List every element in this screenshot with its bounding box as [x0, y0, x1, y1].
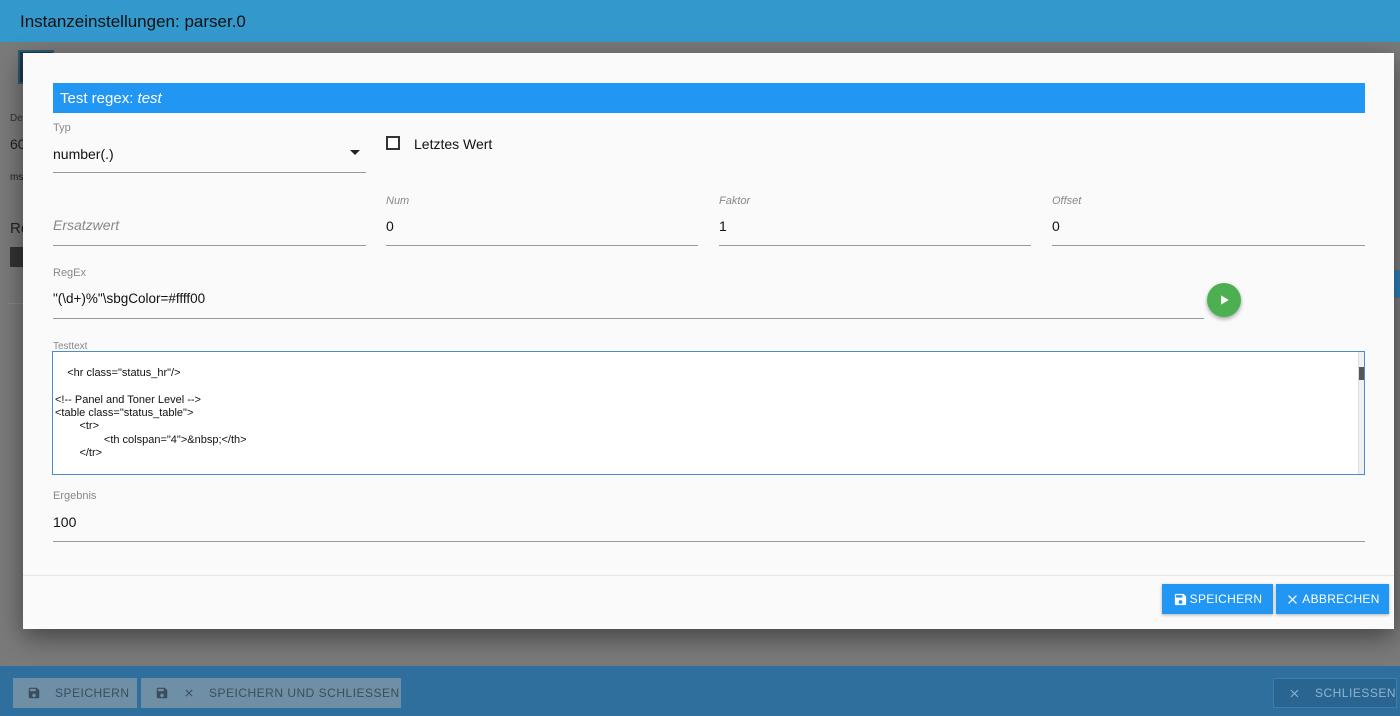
footer-save-close-label: SPEICHERN UND SCHLIESSEN	[209, 686, 400, 700]
faktor-underline	[719, 245, 1031, 246]
letztes-wert-checkbox[interactable]	[386, 136, 400, 150]
footer-save-label: SPEICHERN	[55, 686, 130, 700]
footer-close-button[interactable]: SCHLIESSEN	[1273, 678, 1397, 708]
num-input[interactable]: 0	[386, 218, 394, 234]
save-icon	[1174, 593, 1186, 605]
offset-input[interactable]: 0	[1052, 218, 1060, 234]
window-title: Instanzeinstellungen: parser.0	[0, 0, 1400, 42]
save-button[interactable]: SPEICHERN	[1162, 584, 1273, 614]
typ-select[interactable]: number(.)	[53, 146, 114, 162]
testtext-content: <hr class="status_hr"/> <!-- Panel and T…	[55, 367, 247, 460]
regex-label: RegEx	[53, 267, 87, 279]
regex-input[interactable]: "(\d+)%"\sbgColor=#ffff00	[53, 291, 205, 306]
num-label: Num	[386, 195, 410, 207]
testtext-textarea[interactable]: <hr class="status_hr"/> <!-- Panel and T…	[52, 351, 1365, 475]
scrollbar-thumb[interactable]	[1359, 367, 1364, 380]
cancel-button[interactable]: ABBRECHEN	[1276, 584, 1389, 614]
regex-underline	[53, 318, 1204, 319]
background-bar	[10, 247, 24, 267]
footer-save-close-button[interactable]: SPEICHERN UND SCHLIESSEN	[141, 678, 401, 708]
chevron-down-icon[interactable]	[350, 150, 360, 155]
save-button-label: SPEICHERN	[1189, 592, 1263, 606]
footer-save-button[interactable]: SPEICHERN	[13, 678, 137, 708]
close-icon	[1290, 689, 1299, 697]
offset-label: Offset	[1052, 195, 1082, 207]
faktor-input[interactable]: 1	[719, 218, 727, 234]
close-icon	[185, 689, 193, 697]
ersatzwert-underline	[53, 245, 366, 246]
test-regex-button[interactable]	[1207, 283, 1241, 317]
footer-close-label: SCHLIESSEN	[1314, 686, 1396, 700]
typ-underline	[53, 172, 366, 173]
ergebnis-underline	[53, 541, 1365, 542]
dialog-title-prefix: Test regex:	[60, 90, 138, 107]
offset-underline	[1052, 245, 1365, 246]
dialog-title-name: test	[137, 90, 162, 107]
cancel-button-label: ABBRECHEN	[1302, 592, 1380, 606]
play-icon	[1221, 295, 1229, 305]
letztes-wert-label: Letztes Wert	[414, 136, 493, 152]
dialog-divider	[23, 575, 1394, 576]
faktor-label: Faktor	[719, 195, 751, 207]
dialog-title: Test regex: test	[53, 83, 1365, 113]
ersatzwert-input[interactable]: Ersatzwert	[53, 217, 119, 233]
testtext-scrollbar[interactable]	[1358, 352, 1364, 474]
regex-test-dialog: Test regex: test Typ number(.) Letztes W…	[23, 53, 1394, 629]
typ-label: Typ	[53, 122, 71, 134]
save-icon	[28, 687, 40, 699]
ergebnis-label: Ergebnis	[53, 490, 97, 502]
background-unit: ms	[10, 172, 24, 183]
close-icon	[1288, 594, 1298, 604]
ergebnis-value: 100	[53, 514, 77, 530]
background-label: De	[10, 113, 23, 124]
num-underline	[386, 245, 698, 246]
save-icon	[156, 687, 168, 699]
